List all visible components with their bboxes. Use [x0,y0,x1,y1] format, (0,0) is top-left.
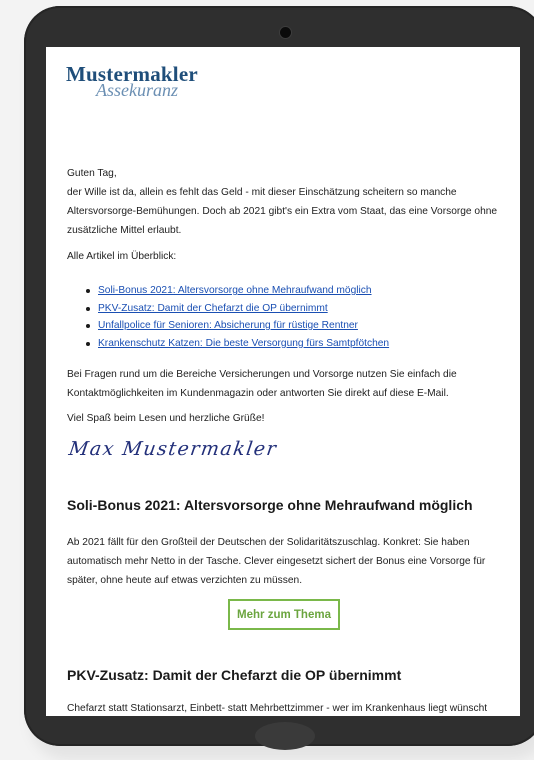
closing-text: Viel Spaß beim Lesen und herzliche Grüße… [67,413,265,424]
section-text-pkv: Chefarzt statt Stationsarzt, Einbett- st… [67,703,488,714]
article-link-pkv[interactable]: PKV-Zusatz: Damit der Chefarzt die OP üb… [98,303,328,314]
list-item: Krankenschutz Katzen: Die beste Versorgu… [85,335,389,353]
article-link-katzen[interactable]: Krankenschutz Katzen: Die beste Versorgu… [98,338,389,349]
list-item: PKV-Zusatz: Damit der Chefarzt die OP üb… [85,300,389,318]
list-item: Unfallpolice für Senioren: Absicherung f… [85,317,389,335]
brand-logo: Mustermakler Assekuranz [66,64,198,100]
article-link-unfall[interactable]: Unfallpolice für Senioren: Absicherung f… [98,320,358,331]
questions-text: Bei Fragen rund um die Bereiche Versiche… [67,369,457,399]
section-title-soli: Soli-Bonus 2021: Altersvorsorge ohne Meh… [67,497,473,513]
home-button[interactable] [255,722,315,750]
section-title-pkv: PKV-Zusatz: Damit der Chefarzt die OP üb… [67,667,402,683]
section-text-soli: Ab 2021 fällt für den Großteil der Deuts… [67,537,486,586]
article-list: Soli-Bonus 2021: Altersvorsorge ohne Meh… [85,282,389,353]
signature: Max Mustermakler [67,438,279,460]
more-button[interactable]: Mehr zum Thema [228,599,340,630]
camera-icon [280,27,291,38]
overview-label: Alle Artikel im Überblick: [67,251,177,262]
email-screen: Mustermakler Assekuranz Guten Tag, der W… [46,47,520,716]
intro-text: der Wille ist da, allein es fehlt das Ge… [67,187,498,236]
greeting: Guten Tag, [67,168,117,179]
list-item: Soli-Bonus 2021: Altersvorsorge ohne Meh… [85,282,389,300]
article-link-soli[interactable]: Soli-Bonus 2021: Altersvorsorge ohne Meh… [98,285,372,296]
